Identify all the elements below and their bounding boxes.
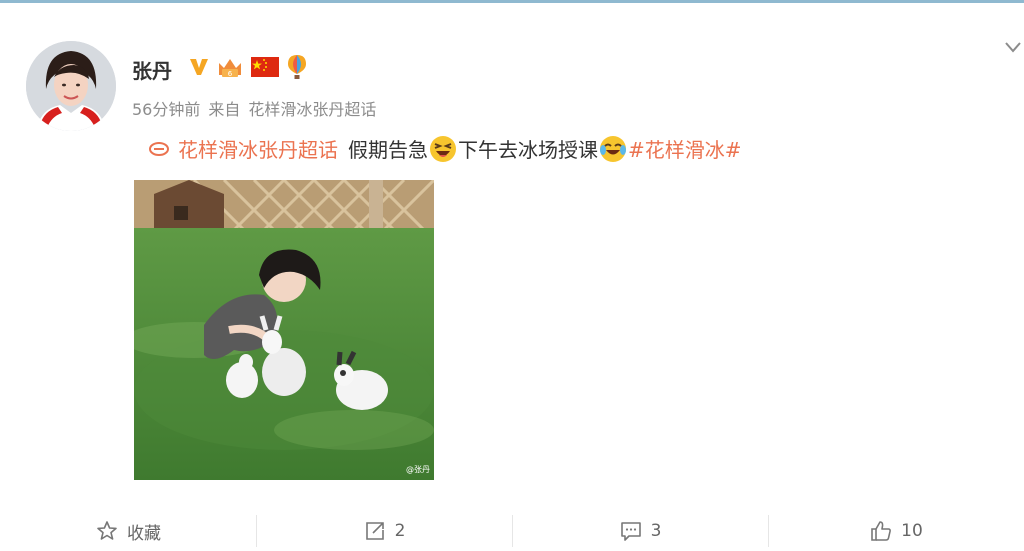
post-source[interactable]: 花样滑冰张丹超话 (248, 100, 376, 119)
post-text: 花样滑冰张丹超话 假期告急 下午去冰场授课 #花样滑冰# (148, 134, 742, 163)
post-meta: 56分钟前 来自 花样滑冰张丹超话 (132, 96, 384, 120)
divider (512, 515, 513, 547)
favorite-label: 收藏 (127, 523, 161, 544)
author-badges: 6 (188, 53, 308, 81)
post-photo[interactable]: @张丹 (134, 180, 434, 480)
balloon-icon (288, 55, 306, 79)
post-text-part-2: 下午去冰场授课 (458, 138, 598, 162)
thumbs-up-icon (871, 521, 892, 541)
divider (768, 515, 769, 547)
chevron-down-icon[interactable] (1003, 39, 1023, 55)
comment-count: 3 (650, 521, 662, 541)
topic-link-icon (149, 141, 169, 156)
repost-icon (365, 522, 384, 540)
source-prefix: 来自 (208, 100, 241, 119)
super-topic-label: 花样滑冰张丹超话 (178, 138, 338, 162)
comment-button[interactable]: 3 (512, 511, 768, 551)
action-bar: 收藏 2 3 10 (0, 511, 1024, 551)
repost-count: 2 (394, 521, 406, 541)
star-icon (97, 521, 117, 540)
post-text-part-1: 假期告急 (348, 138, 428, 162)
avatar[interactable] (26, 41, 116, 131)
vip-crown-icon[interactable]: 6 (216, 55, 244, 79)
verified-v-icon (190, 59, 208, 75)
divider (256, 515, 257, 547)
laughing-emoji-icon (430, 135, 456, 162)
super-topic-link[interactable]: 花样滑冰张丹超话 (148, 134, 338, 163)
like-button[interactable]: 10 (768, 511, 1024, 551)
china-flag-icon (251, 57, 279, 77)
favorite-button[interactable]: 收藏 (0, 511, 256, 551)
repost-button[interactable]: 2 (256, 511, 512, 551)
author-name[interactable]: 张丹 (132, 55, 172, 84)
post-time[interactable]: 56分钟前 (132, 100, 200, 119)
weibo-post-card: 张丹 6 56分钟前 来自 花样滑冰张丹超话 花样滑冰张丹超话 假期告急 下午去… (0, 3, 1024, 548)
tears-of-joy-emoji-icon (600, 135, 626, 162)
like-count: 10 (901, 521, 923, 541)
hashtag-link[interactable]: #花样滑冰# (628, 134, 742, 163)
svg-text:6: 6 (228, 70, 233, 78)
comment-icon (620, 522, 641, 541)
photo-watermark: @张丹 (406, 465, 430, 474)
